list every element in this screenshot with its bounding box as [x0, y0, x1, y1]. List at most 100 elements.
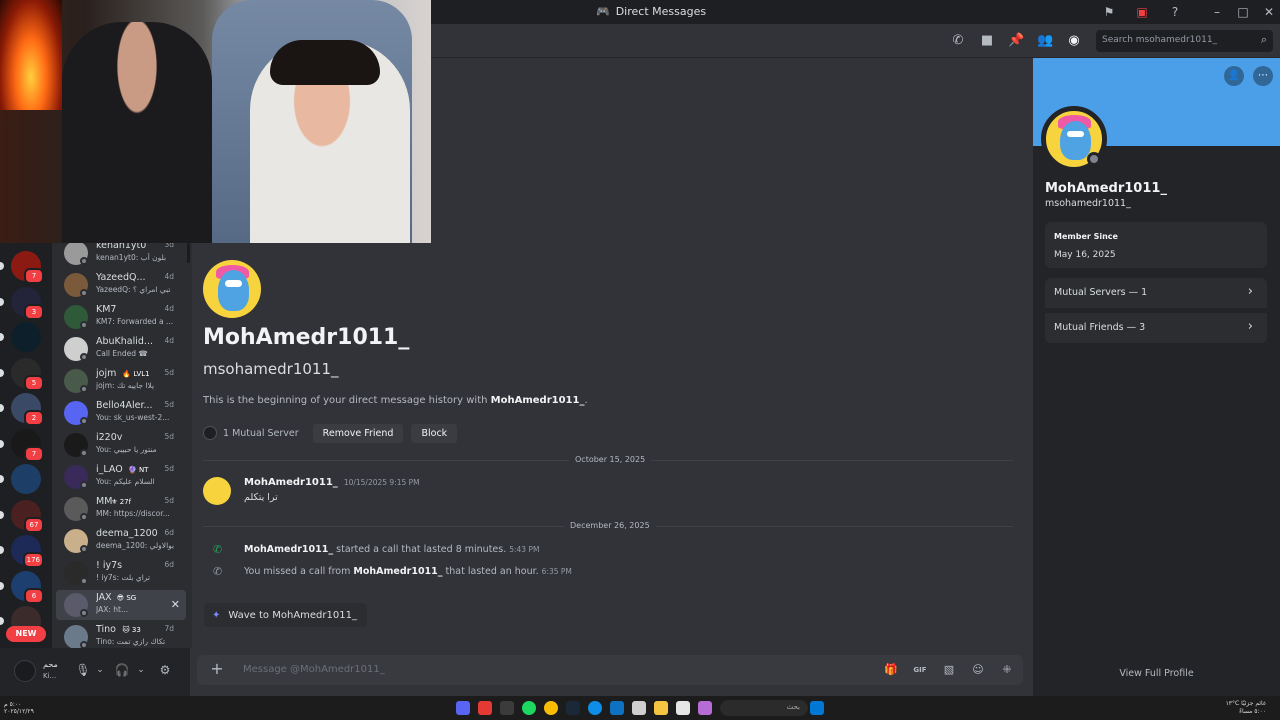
taskbar-clock[interactable]: ١٣°C غائم جزئيًا ٥:٠٠ مساءً — [1226, 700, 1266, 716]
apps-icon[interactable]: ⁜ — [999, 662, 1015, 678]
guild-tag: 🐱 33 — [122, 626, 141, 634]
dm-list-item[interactable]: KM7 KM7: Forwarded a ... 4d — [56, 302, 186, 332]
close-dm-icon[interactable]: ✕ — [171, 598, 180, 611]
dm-name: AbuKhalid... — [96, 336, 153, 347]
user-panel: ﻣﺤﻢ Ki... 🎙 ⌄ 🎧 ⌄ ⚙ — [0, 648, 190, 696]
mutual-servers-row[interactable]: Mutual Servers — 1 › — [1045, 278, 1267, 308]
dm-list-item[interactable]: deema_1200 deema_1200: بوالاولي 6d — [56, 526, 186, 556]
dm-list-item[interactable]: MM ⚜ 27f MM: https://discor... 5d — [56, 494, 186, 524]
person-right-hair — [270, 40, 380, 85]
settings-gear-icon[interactable]: ⚙ — [157, 662, 173, 678]
unread-indicator — [0, 510, 4, 519]
dm-time: 7d — [164, 624, 174, 633]
unread-indicator — [0, 368, 4, 377]
unread-indicator — [0, 475, 4, 483]
mutual-server-link[interactable]: 1 Mutual Server — [203, 426, 299, 440]
dm-user-avatar[interactable] — [203, 260, 261, 318]
mention-badge: 176 — [22, 552, 44, 568]
app-taskbar-icon[interactable] — [698, 701, 712, 715]
server-icon[interactable]: 7 — [11, 251, 44, 284]
inbox-flag-icon[interactable]: ⚑ — [1101, 4, 1117, 20]
wave-button[interactable]: ✦ Wave to MohAmedr1011_ — [204, 603, 367, 627]
dm-time: 4d — [164, 336, 174, 345]
dm-list-item[interactable]: kenan1yt0 kenan1yt0: بلون أب 3d — [56, 243, 186, 268]
server-icon[interactable]: 5 — [11, 357, 44, 391]
user-profile-toggle-icon[interactable]: ◉ — [1066, 33, 1082, 49]
maximize-button[interactable]: □ — [1235, 4, 1251, 20]
audio-options-chevron-icon[interactable]: ⌄ — [133, 662, 149, 678]
dm-list-item[interactable]: AbuKhalid... Call Ended ☎ 4d — [56, 334, 186, 364]
discord-taskbar-icon[interactable] — [456, 701, 470, 715]
dm-list-item[interactable]: i_LAO 🔮 NT You: السلام عليكم 5d — [56, 462, 186, 492]
mention-badge: 7 — [24, 268, 44, 284]
server-icon — [203, 426, 217, 440]
mutual-friends-row[interactable]: Mutual Friends — 3 › — [1045, 313, 1267, 343]
unread-indicator — [0, 546, 4, 554]
avatar[interactable] — [14, 660, 36, 682]
store-icon[interactable] — [610, 701, 624, 715]
server-icon[interactable]: 2 — [11, 393, 44, 426]
file-explorer-icon[interactable] — [654, 701, 668, 715]
spotify-icon[interactable] — [522, 701, 536, 715]
status-indicator — [80, 513, 88, 521]
add-friend-icon[interactable]: 👤 — [1224, 66, 1244, 86]
emoji-icon[interactable]: ☺ — [970, 662, 986, 678]
block-button[interactable]: Block — [411, 423, 458, 443]
composer-placeholder: Message @MohAmedr1011_ — [243, 664, 385, 675]
search-input[interactable]: Search msohamedr1011_ ⌕ — [1096, 30, 1273, 52]
more-options-icon[interactable]: ⋯ — [1253, 66, 1273, 86]
edge-icon[interactable] — [588, 701, 602, 715]
screen-share-icon[interactable]: ▣ — [1134, 4, 1150, 20]
unread-indicator — [0, 262, 4, 270]
server-icon[interactable]: 7 — [11, 428, 44, 462]
dm-last-message: KM7: Forwarded a ... — [96, 317, 174, 326]
server-icon[interactable] — [11, 464, 41, 494]
app-taskbar-icon[interactable] — [500, 701, 514, 715]
taskbar-left-clock: ٥:٠٠ م ٢٠٢٥/١٢/٢٩ — [4, 701, 34, 715]
dm-list-item[interactable]: JAX 😎 SG JAX: ht... ✕ — [56, 590, 186, 620]
message-composer[interactable]: + Message @MohAmedr1011_ 🎁 GIF ▧ ☺ ⁜ — [197, 655, 1023, 685]
help-icon[interactable]: ? — [1167, 4, 1183, 20]
dm-list-item[interactable]: jojm 🔥 LVL1 jojm: يلاا جاييه تك 5d — [56, 366, 186, 396]
dm-last-message: You: sk_us-west-2... — [96, 413, 170, 422]
server-icon[interactable]: 3 — [11, 286, 44, 320]
dm-list-item[interactable]: YazeedQ... YazeedQ: تبي امراي ؟ 4d — [56, 270, 186, 300]
headphones-icon[interactable]: 🎧 — [114, 662, 130, 678]
taskbar-search[interactable]: بحث — [720, 700, 808, 716]
gif-icon[interactable]: GIF — [912, 662, 928, 678]
server-icon[interactable]: 176 — [11, 535, 44, 568]
dm-list-item[interactable]: Tino 🐱 33 Tino: تكاك رازي تمت 7d — [56, 622, 186, 648]
dm-username: msohamedr1011_ — [203, 360, 339, 378]
steam-icon[interactable] — [566, 701, 580, 715]
start-button-icon[interactable] — [810, 701, 824, 715]
mic-options-chevron-icon[interactable]: ⌄ — [92, 662, 108, 678]
microphone-icon[interactable]: 🎙 — [75, 662, 91, 678]
add-friends-to-dm-icon[interactable]: 👥 — [1037, 33, 1053, 49]
view-full-profile-link[interactable]: View Full Profile — [1033, 668, 1280, 679]
server-icon[interactable]: 67 — [11, 499, 44, 533]
calendar-icon[interactable] — [632, 701, 646, 715]
pinned-messages-icon[interactable]: 📌 — [1008, 33, 1024, 49]
message-author[interactable]: MohAmedr1011_ 10/15/2025 9:15 PM — [244, 477, 420, 488]
voice-call-icon[interactable]: ✆ — [950, 33, 966, 49]
dm-display-name: MohAmedr1011_ — [203, 325, 410, 350]
add-attachment-icon[interactable]: + — [209, 661, 225, 677]
dm-list-item[interactable]: Bello4Aler... You: sk_us-west-2... 5d — [56, 398, 186, 428]
new-badge[interactable]: NEW — [6, 626, 46, 642]
app-taskbar-icon[interactable] — [478, 701, 492, 715]
server-icon[interactable] — [11, 322, 41, 352]
minimize-button[interactable]: – — [1209, 4, 1225, 20]
remove-friend-button[interactable]: Remove Friend — [312, 423, 404, 443]
gift-icon[interactable]: 🎁 — [883, 662, 899, 678]
mention-badge: 7 — [24, 445, 44, 462]
close-window-button[interactable]: ✕ — [1261, 4, 1277, 20]
dm-list-item[interactable]: i220v You: منتور يا حبيبي 5d — [56, 430, 186, 460]
dm-list-item[interactable]: ! iy7s ! iy7s: تراي بلت 6d — [56, 558, 186, 588]
sticker-icon[interactable]: ▧ — [941, 662, 957, 678]
mention-badge: 2 — [24, 410, 44, 426]
notepad-icon[interactable] — [676, 701, 690, 715]
video-call-icon[interactable]: ■ — [979, 33, 995, 49]
message-avatar[interactable] — [203, 477, 231, 505]
server-icon[interactable]: 6 — [11, 570, 44, 604]
chrome-icon[interactable] — [544, 701, 558, 715]
